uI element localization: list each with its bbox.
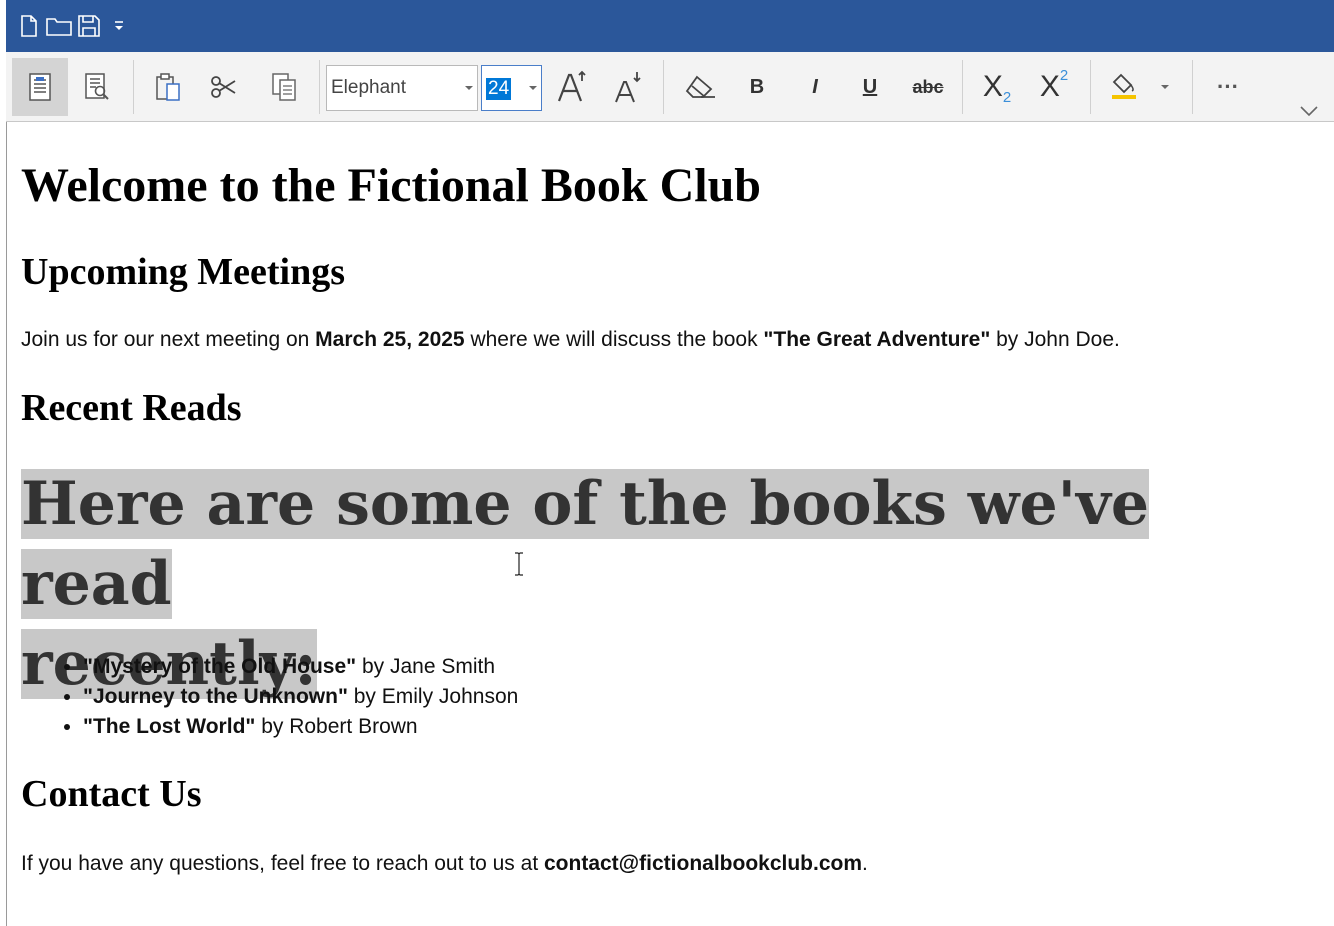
chevron-down-icon: [1161, 85, 1169, 89]
superscript-button[interactable]: X2: [1028, 58, 1080, 116]
strikethrough-button[interactable]: abc: [902, 58, 954, 116]
shrink-font-button[interactable]: [604, 58, 654, 116]
contact-text-1: If you have any questions, feel free to …: [21, 852, 544, 875]
paste-icon: [156, 73, 180, 101]
font-size-value[interactable]: 24: [486, 78, 512, 100]
subscript-mark: 2: [1002, 88, 1012, 106]
chevron-down-icon[interactable]: [465, 86, 473, 90]
copy-button[interactable]: [258, 58, 310, 116]
shrink-font-icon: [615, 72, 641, 103]
text-cursor-icon: [513, 552, 525, 581]
ribbon-collapse-icon[interactable]: [1300, 104, 1318, 122]
underline-label: U: [862, 75, 878, 98]
separator: [962, 60, 963, 114]
more-icon: ···: [1217, 74, 1239, 99]
book-title: "The Lost World": [83, 715, 256, 738]
copy-icon: [272, 73, 296, 101]
book-author: by Emily Johnson: [347, 685, 519, 708]
meetings-paragraph: Join us for our next meeting on March 25…: [21, 328, 1120, 352]
open-folder-icon[interactable]: [44, 11, 74, 41]
book-author: by Robert Brown: [255, 715, 418, 738]
contact-paragraph: If you have any questions, feel free to …: [21, 852, 868, 876]
highlight-color-dropdown[interactable]: [1152, 58, 1178, 116]
list-item: "The Lost World" by Robert Brown: [83, 712, 518, 742]
page-layout-icon: [29, 73, 51, 101]
book-author: by Jane Smith: [356, 655, 496, 678]
highlight-bucket-icon: [1112, 73, 1136, 99]
bold-label: B: [749, 75, 765, 98]
scissors-icon: [211, 76, 236, 98]
customize-quick-access-icon[interactable]: [104, 11, 134, 41]
separator: [1090, 60, 1091, 114]
cut-button[interactable]: [200, 58, 248, 116]
document-editor[interactable]: Welcome to the Fictional Book Club Upcom…: [6, 122, 1334, 926]
paste-button[interactable]: [144, 58, 192, 116]
italic-label: I: [812, 75, 818, 98]
ribbon-toolbar: Elephant 24 B I U abc X2 X2 ···: [6, 52, 1334, 122]
new-document-icon[interactable]: [14, 11, 44, 41]
page-title: Welcome to the Fictional Book Club: [21, 159, 761, 212]
contact-heading: Contact Us: [21, 773, 202, 815]
italic-button[interactable]: I: [792, 58, 838, 116]
meetings-text-3: by John Doe.: [990, 328, 1120, 351]
underline-button[interactable]: U: [846, 58, 894, 116]
strikethrough-label: abc: [912, 76, 944, 97]
print-preview-button[interactable]: [72, 58, 122, 116]
separator: [319, 60, 320, 114]
subscript-label: X: [982, 70, 1003, 103]
meetings-text-1: Join us for our next meeting on: [21, 328, 316, 351]
contact-text-2: .: [862, 852, 868, 875]
font-name-value: Elephant: [331, 77, 407, 98]
book-title: "Journey to the Unknown": [83, 685, 348, 708]
grow-font-icon: [557, 70, 586, 102]
font-size-dropdown[interactable]: 24: [481, 65, 542, 111]
separator: [663, 60, 664, 114]
list-item: "Journey to the Unknown" by Emily Johnso…: [83, 682, 518, 712]
meeting-date: March 25, 2025: [315, 328, 465, 351]
separator: [1192, 60, 1193, 114]
eraser-icon: [685, 75, 715, 98]
quick-access-toolbar: [6, 0, 1334, 52]
meeting-book: "The Great Adventure": [763, 328, 991, 351]
font-name-dropdown[interactable]: Elephant: [326, 65, 478, 111]
list-item: "Mystery of the Old House" by Jane Smith: [83, 652, 518, 682]
separator: [133, 60, 134, 114]
grow-font-button[interactable]: [548, 58, 598, 116]
bold-button[interactable]: B: [734, 58, 780, 116]
meetings-heading: Upcoming Meetings: [21, 251, 346, 293]
book-list: "Mystery of the Old House" by Jane Smith…: [21, 652, 518, 742]
print-layout-button[interactable]: [12, 58, 68, 116]
meetings-text-2: where we will discuss the book: [464, 328, 764, 351]
save-icon[interactable]: [74, 11, 104, 41]
chevron-down-icon[interactable]: [529, 86, 537, 90]
clear-formatting-button[interactable]: [674, 58, 726, 116]
superscript-mark: 2: [1059, 66, 1069, 84]
book-title: "Mystery of the Old House": [83, 655, 357, 678]
contact-email: contact@fictionalbookclub.com: [544, 852, 863, 875]
more-options-button[interactable]: ···: [1202, 58, 1254, 116]
subscript-button[interactable]: X2: [972, 58, 1022, 116]
superscript-label: X: [1039, 70, 1060, 103]
recent-heading: Recent Reads: [21, 387, 242, 429]
print-preview-icon: [85, 73, 109, 100]
highlight-color-button[interactable]: [1100, 58, 1148, 116]
intro-line-1: Here are some of the books we've read: [21, 469, 1150, 619]
